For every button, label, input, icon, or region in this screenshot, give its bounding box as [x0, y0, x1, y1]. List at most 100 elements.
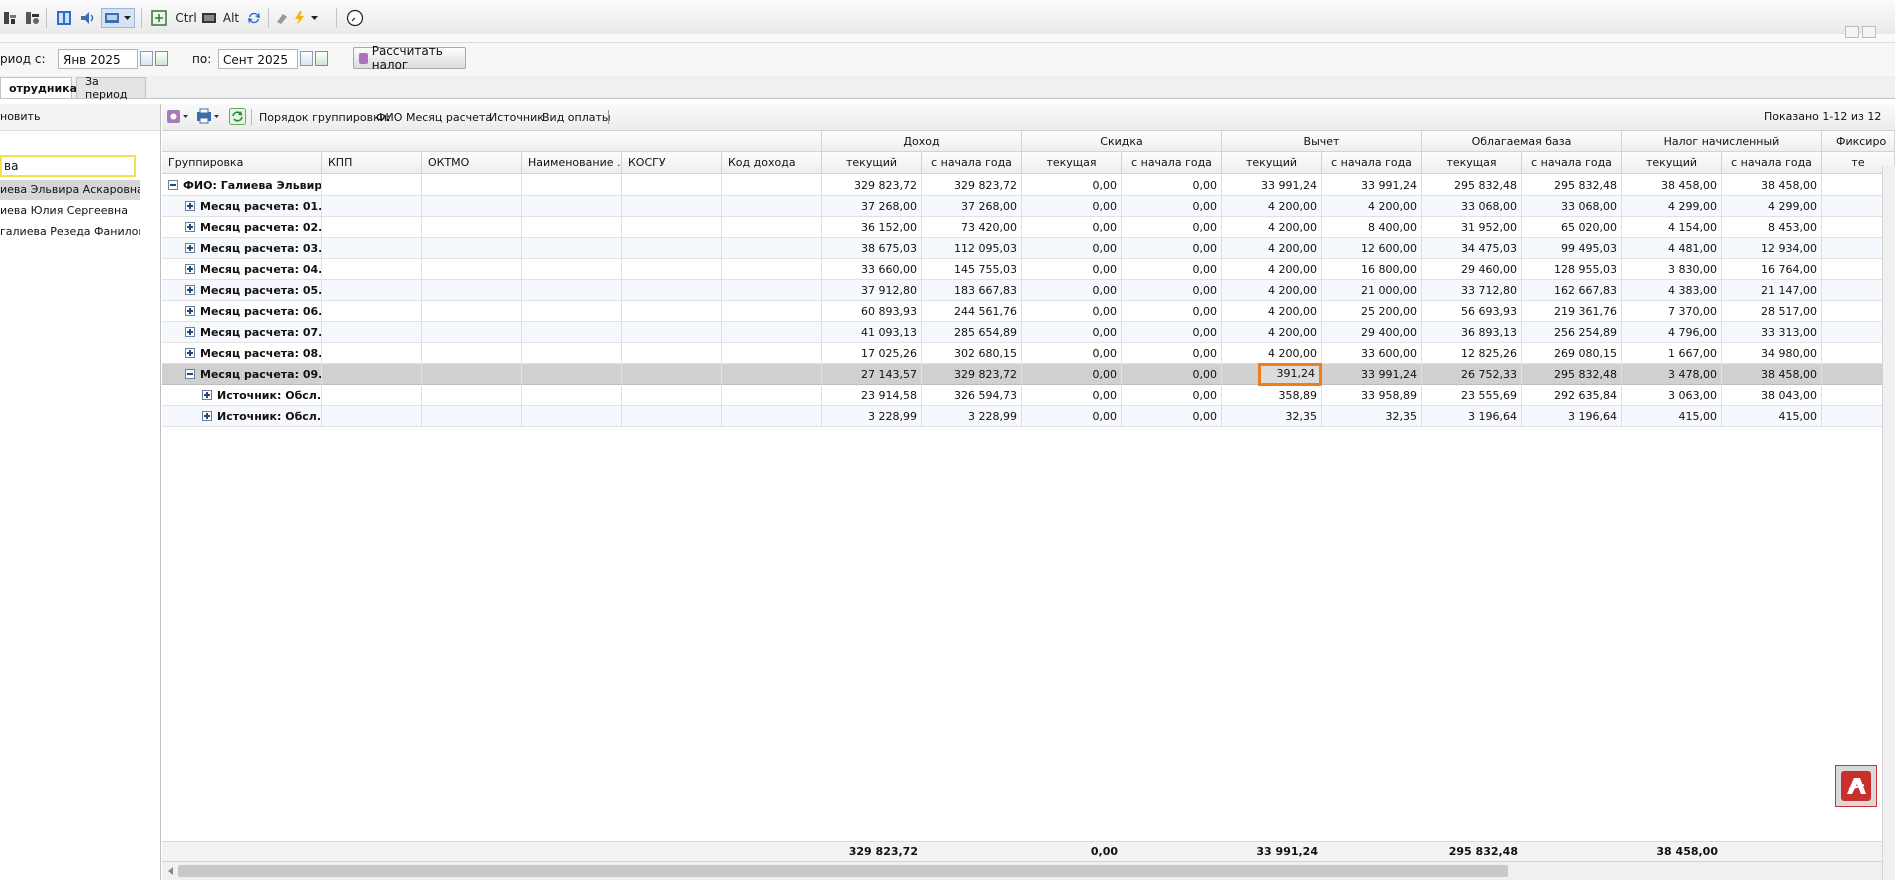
add-dropdown-icon[interactable] — [166, 108, 190, 125]
horizontal-scroll-thumb[interactable] — [178, 865, 1508, 877]
value-cell[interactable]: 33 991,24 — [1322, 364, 1422, 385]
value-cell[interactable]: 4 200,00 — [1222, 217, 1322, 238]
collapse-icon[interactable] — [185, 369, 195, 379]
value-cell[interactable]: 12 600,00 — [1322, 238, 1422, 259]
value-cell[interactable]: 29 460,00 — [1422, 259, 1522, 280]
value-cell[interactable]: 219 361,76 — [1522, 301, 1622, 322]
grouping-cell[interactable]: ФИО: Галиева Эльвир... — [162, 175, 322, 196]
value-cell[interactable]: 29 400,00 — [1322, 322, 1422, 343]
header-sub-column[interactable]: текущая — [1022, 152, 1122, 174]
eraser-icon[interactable] — [274, 9, 290, 27]
value-cell[interactable]: 4 299,00 — [1722, 196, 1822, 217]
layout-icon[interactable] — [56, 9, 72, 27]
value-cell[interactable]: 3 063,00 — [1622, 385, 1722, 406]
value-cell[interactable]: 26 752,33 — [1422, 364, 1522, 385]
value-cell[interactable]: 145 755,03 — [922, 259, 1022, 280]
value-cell[interactable]: 3 830,00 — [1622, 259, 1722, 280]
horizontal-scrollbar[interactable] — [162, 861, 1895, 880]
value-cell[interactable]: 23 555,69 — [1422, 385, 1522, 406]
period-from-input[interactable]: Янв 2025 — [58, 49, 138, 69]
grouping-cell[interactable]: Месяц расчета: 07... — [162, 322, 322, 343]
value-cell[interactable]: 3 478,00 — [1622, 364, 1722, 385]
value-cell[interactable]: 295 832,48 — [1422, 175, 1522, 196]
value-cell[interactable]: 28 517,00 — [1722, 301, 1822, 322]
value-cell[interactable]: 12 825,26 — [1422, 343, 1522, 364]
clock-icon[interactable] — [346, 9, 364, 27]
value-cell[interactable]: 37 268,00 — [922, 196, 1022, 217]
value-cell[interactable]: 12 934,00 — [1722, 238, 1822, 259]
value-cell[interactable]: 329 823,72 — [922, 175, 1022, 196]
value-cell[interactable]: 0,00 — [1022, 343, 1122, 364]
value-cell[interactable]: 36 152,00 — [822, 217, 922, 238]
app-launcher-icon[interactable] — [1835, 765, 1877, 807]
collapse-icon[interactable] — [168, 180, 178, 190]
table-row[interactable]: Месяц расчета: 03... 38 675,03 112 095,03 0… — [162, 238, 1895, 259]
value-cell[interactable]: 285 654,89 — [922, 322, 1022, 343]
table-row[interactable]: Месяц расчета: 09... 27 143,57 329 823,72 0… — [162, 363, 1895, 386]
expand-icon[interactable] — [185, 306, 195, 316]
tools-icon[interactable] — [2, 9, 18, 27]
table-row[interactable]: Месяц расчета: 06... 60 893,93 244 561,76 0… — [162, 301, 1895, 322]
grouping-item-source[interactable]: Источник — [489, 111, 544, 124]
header-sub-column[interactable]: текущий — [1222, 152, 1322, 174]
value-cell[interactable]: 32,35 — [1322, 406, 1422, 427]
header-oktmo[interactable]: ОКТМО — [422, 152, 522, 174]
grouping-cell[interactable]: Месяц расчета: 02... — [162, 217, 322, 238]
value-cell[interactable]: 292 635,84 — [1522, 385, 1622, 406]
expand-icon[interactable] — [185, 222, 195, 232]
value-cell[interactable]: 33 712,80 — [1422, 280, 1522, 301]
value-cell[interactable]: 38 458,00 — [1622, 175, 1722, 196]
value-cell[interactable]: 4 796,00 — [1622, 322, 1722, 343]
value-cell[interactable]: 0,00 — [1122, 217, 1222, 238]
value-cell[interactable]: 0,00 — [1022, 406, 1122, 427]
header-kosgu[interactable]: КОСГУ — [622, 152, 722, 174]
value-cell[interactable]: 0,00 — [1022, 301, 1122, 322]
value-cell[interactable]: 0,00 — [1022, 322, 1122, 343]
header-kpp[interactable]: КПП — [322, 152, 422, 174]
value-cell[interactable]: 60 893,93 — [822, 301, 922, 322]
grouping-cell[interactable]: Месяц расчета: 01... — [162, 196, 322, 217]
value-cell[interactable]: 128 955,03 — [1522, 259, 1622, 280]
value-cell[interactable]: 4 200,00 — [1222, 259, 1322, 280]
header-sub-column[interactable]: с начала года — [1522, 152, 1622, 174]
value-cell[interactable]: 0,00 — [1022, 238, 1122, 259]
table-row[interactable]: ФИО: Галиева Эльвир... 329 823,72 329 823,… — [162, 175, 1895, 196]
employee-search-input[interactable]: ва — [0, 155, 136, 177]
employee-list-item[interactable]: иева Юлия Сергеевна — [0, 201, 140, 221]
value-cell[interactable]: 244 561,76 — [922, 301, 1022, 322]
value-cell[interactable]: 0,00 — [1122, 385, 1222, 406]
value-cell[interactable]: 34 475,03 — [1422, 238, 1522, 259]
value-cell[interactable]: 4 299,00 — [1622, 196, 1722, 217]
value-cell[interactable]: 1 667,00 — [1622, 343, 1722, 364]
grouping-item-month[interactable]: Месяц расчета — [406, 111, 492, 124]
period-to-apply-icon[interactable] — [315, 51, 328, 66]
value-cell[interactable]: 25 200,00 — [1322, 301, 1422, 322]
header-sub-column[interactable]: текущий — [1622, 152, 1722, 174]
expand-icon[interactable] — [202, 390, 212, 400]
value-cell[interactable]: 269 080,15 — [1522, 343, 1622, 364]
value-cell[interactable]: 41 093,13 — [822, 322, 922, 343]
value-cell[interactable]: 3 196,64 — [1422, 406, 1522, 427]
value-cell[interactable]: 4 200,00 — [1222, 238, 1322, 259]
value-cell[interactable]: 73 420,00 — [922, 217, 1022, 238]
value-cell[interactable]: 295 832,48 — [1522, 175, 1622, 196]
grouping-cell[interactable]: Месяц расчета: 09... — [162, 364, 322, 385]
expand-icon[interactable] — [185, 243, 195, 253]
tools-settings-icon[interactable] — [25, 9, 41, 27]
value-cell[interactable]: 17 025,26 — [822, 343, 922, 364]
scroll-left-icon[interactable] — [168, 867, 173, 875]
value-cell[interactable]: 183 667,83 — [922, 280, 1022, 301]
fit-screen-icon[interactable] — [151, 9, 167, 27]
value-cell[interactable]: 4 200,00 — [1222, 301, 1322, 322]
value-cell[interactable]: 0,00 — [1122, 175, 1222, 196]
value-cell[interactable]: 38 458,00 — [1722, 364, 1822, 385]
value-cell[interactable]: 7 370,00 — [1622, 301, 1722, 322]
expand-icon[interactable] — [185, 327, 195, 337]
value-cell[interactable]: 8 400,00 — [1322, 217, 1422, 238]
value-cell[interactable]: 16 800,00 — [1322, 259, 1422, 280]
expand-icon[interactable] — [185, 264, 195, 274]
grouping-cell[interactable]: Месяц расчета: 04... — [162, 259, 322, 280]
header-grouping[interactable]: Группировка — [162, 152, 322, 174]
ctrl-key-button[interactable]: Ctrl — [175, 9, 197, 27]
value-cell[interactable]: 329 823,72 — [922, 364, 1022, 385]
